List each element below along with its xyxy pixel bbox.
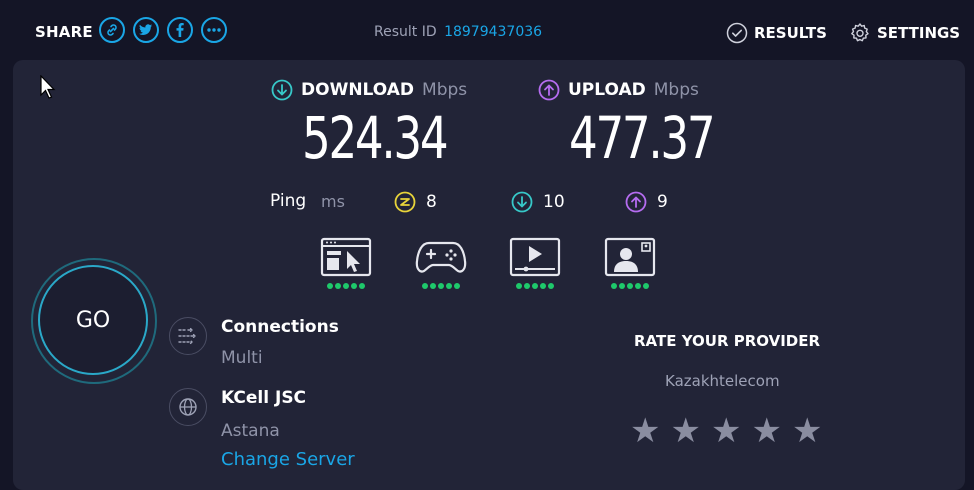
ping-idle-value: 8: [426, 192, 437, 212]
ping-idle: 8: [394, 191, 437, 213]
ping-upload: 9: [625, 191, 668, 213]
ping-download-value: 10: [543, 192, 565, 212]
settings-button[interactable]: SETTINGS: [849, 22, 960, 44]
top-bar: SHARE Result ID 18979437036 RESULTS SETT…: [0, 0, 974, 60]
result-id: Result ID 18979437036: [374, 24, 542, 40]
download-arrow-icon: [271, 79, 293, 101]
check-circle-icon: [726, 22, 748, 44]
facebook-icon[interactable]: [167, 17, 193, 43]
connections-value[interactable]: Multi: [221, 348, 263, 368]
globe-icon: [169, 388, 207, 426]
ping-upload-icon: [625, 191, 647, 213]
link-icon[interactable]: [99, 17, 125, 43]
ping-download: 10: [511, 191, 565, 213]
web-browsing-rating[interactable]: [320, 237, 372, 289]
ping-unit: ms: [321, 192, 345, 211]
upload-header: UPLOAD Mbps: [538, 79, 699, 101]
star-2[interactable]: ★: [670, 414, 700, 448]
upload-arrow-icon: [538, 79, 560, 101]
results-button[interactable]: RESULTS: [726, 22, 827, 44]
ping-download-icon: [511, 191, 533, 213]
server-city: Astana: [221, 421, 280, 441]
gaming-icon: [415, 241, 467, 273]
change-server-link[interactable]: Change Server: [221, 449, 355, 470]
ping-row: Ping ms 8 10 9: [270, 191, 690, 213]
gaming-rating[interactable]: [415, 237, 467, 289]
video-chat-rating[interactable]: [604, 237, 656, 289]
upload-unit: Mbps: [653, 80, 699, 100]
star-3[interactable]: ★: [711, 414, 741, 448]
video-streaming-dots: [509, 283, 561, 289]
mouse-pointer-icon: [40, 75, 56, 99]
result-id-label: Result ID: [374, 24, 437, 40]
download-header: DOWNLOAD Mbps: [271, 79, 467, 101]
result-id-link[interactable]: 18979437036: [444, 24, 542, 40]
isp-name: Kazakhtelecom: [665, 372, 780, 390]
ping-jitter-icon: [394, 191, 416, 213]
download-unit: Mbps: [422, 80, 468, 100]
gear-icon: [851, 23, 869, 42]
connections-icon: [169, 317, 207, 355]
go-control: GO: [31, 258, 157, 384]
download-value: 524.34: [302, 104, 449, 172]
upload-label: UPLOAD: [568, 80, 646, 100]
app-performance: [320, 237, 660, 297]
share-label: SHARE: [35, 23, 93, 41]
twitter-icon[interactable]: [133, 17, 159, 43]
rating-stars: ★ ★ ★ ★ ★: [630, 414, 822, 448]
connections-title: Connections: [221, 317, 339, 337]
video-chat-dots: [604, 283, 656, 289]
server-name: KCell JSC: [221, 388, 307, 408]
video-streaming-icon: [509, 237, 561, 277]
share-icons: [99, 17, 227, 43]
gaming-dots: [415, 283, 467, 289]
web-browsing-dots: [320, 283, 372, 289]
star-1[interactable]: ★: [630, 414, 660, 448]
settings-label: SETTINGS: [877, 24, 961, 42]
star-5[interactable]: ★: [792, 414, 822, 448]
web-browsing-icon: [320, 237, 372, 277]
rate-provider-title: RATE YOUR PROVIDER: [634, 332, 821, 350]
download-label: DOWNLOAD: [301, 80, 415, 100]
results-label: RESULTS: [754, 24, 827, 42]
upload-value: 477.37: [569, 104, 716, 172]
ping-upload-value: 9: [657, 192, 668, 212]
ping-label: Ping: [270, 191, 307, 211]
more-icon[interactable]: [201, 17, 227, 43]
video-streaming-rating[interactable]: [509, 237, 561, 289]
video-chat-icon: [604, 237, 656, 277]
star-4[interactable]: ★: [751, 414, 781, 448]
go-button[interactable]: GO: [38, 265, 148, 375]
